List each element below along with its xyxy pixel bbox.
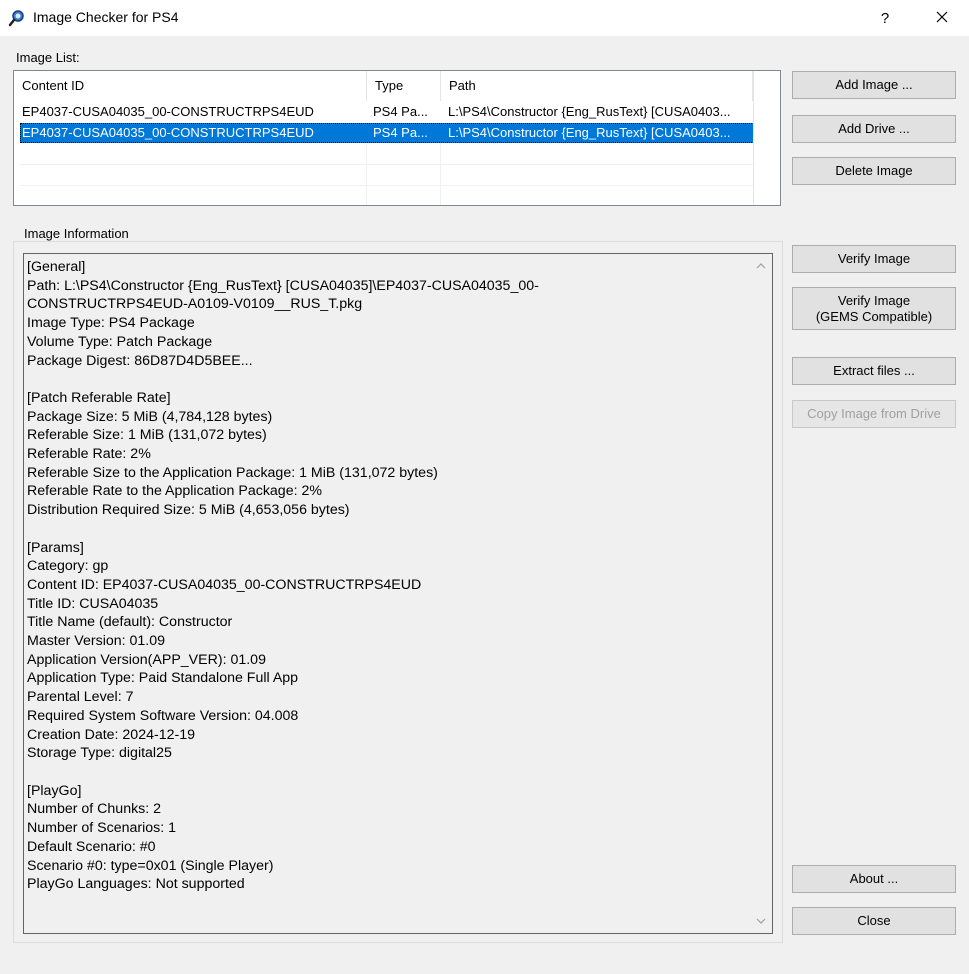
- cell-content-id: EP4037-CUSA04035_00-CONSTRUCTRPS4EUD: [22, 104, 314, 119]
- image-information-textbox[interactable]: [General] Path: L:\PS4\Constructor {Eng_…: [23, 253, 773, 934]
- delete-image-button[interactable]: Delete Image: [792, 157, 956, 185]
- image-information-label: Image Information: [21, 226, 132, 241]
- title-bar: Image Checker for PS4 ?: [0, 0, 969, 36]
- column-header-type[interactable]: Type: [367, 71, 441, 101]
- help-button[interactable]: ?: [862, 0, 908, 36]
- extract-files-button[interactable]: Extract files ...: [792, 357, 956, 385]
- table-row-selected[interactable]: EP4037-CUSA04035_00-CONSTRUCTRPS4EUD PS4…: [20, 123, 754, 143]
- verify-gems-label-line1: Verify Image: [837, 292, 911, 308]
- cell-path: L:\PS4\Constructor {Eng_RusText} [CUSA04…: [448, 125, 731, 140]
- window-close-button[interactable]: [919, 0, 965, 36]
- verify-image-button[interactable]: Verify Image: [792, 245, 956, 273]
- image-list-header: Content ID Type Path: [14, 71, 780, 101]
- chevron-up-icon: [756, 261, 766, 272]
- copy-image-from-drive-button[interactable]: Copy Image from Drive: [792, 400, 956, 428]
- grid-line: [753, 71, 754, 205]
- verify-image-gems-button[interactable]: Verify Image (GEMS Compatible): [792, 287, 956, 330]
- window-title: Image Checker for PS4: [33, 9, 179, 25]
- close-icon: [936, 10, 948, 27]
- chevron-down-icon: [756, 916, 766, 927]
- scroll-down-arrow[interactable]: [751, 911, 771, 931]
- column-header-path[interactable]: Path: [441, 71, 753, 101]
- cell-content-id: EP4037-CUSA04035_00-CONSTRUCTRPS4EUD: [22, 125, 314, 140]
- table-row[interactable]: EP4037-CUSA04035_00-CONSTRUCTRPS4EUD PS4…: [20, 102, 754, 122]
- verify-gems-label-line2: (GEMS Compatible): [815, 308, 933, 324]
- column-header-content-id[interactable]: Content ID: [14, 71, 367, 101]
- add-image-button[interactable]: Add Image ...: [792, 71, 956, 99]
- image-list-label: Image List:: [16, 50, 80, 65]
- image-information-text: [General] Path: L:\PS4\Constructor {Eng_…: [27, 259, 539, 893]
- grid-line: [20, 185, 754, 186]
- cell-type: PS4 Pa...: [373, 104, 428, 119]
- about-button[interactable]: About ...: [792, 865, 956, 893]
- grid-line: [366, 143, 367, 205]
- magnifier-app-icon: [8, 9, 26, 27]
- cell-path: L:\PS4\Constructor {Eng_RusText} [CUSA04…: [448, 104, 731, 119]
- cell-type: PS4 Pa...: [373, 125, 428, 140]
- close-button[interactable]: Close: [792, 907, 956, 935]
- grid-line: [440, 143, 441, 205]
- image-list[interactable]: Content ID Type Path EP4037-CUSA04035_00…: [13, 70, 781, 206]
- grid-line: [20, 164, 754, 165]
- scroll-up-arrow[interactable]: [751, 256, 771, 276]
- add-drive-button[interactable]: Add Drive ...: [792, 115, 956, 143]
